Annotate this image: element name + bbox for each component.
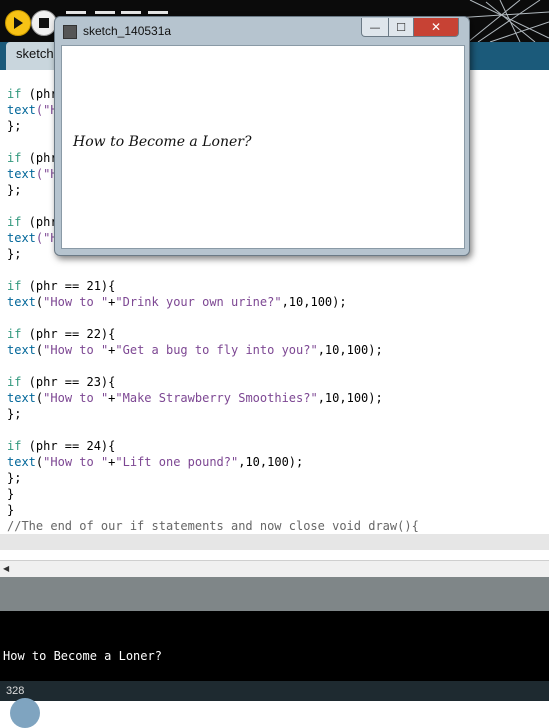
code-line[interactable]: text("How to "+"Make Strawberry Smoothie…	[7, 390, 383, 406]
code-line[interactable]: if (phr == 23){	[7, 374, 115, 390]
code-token: };	[7, 407, 22, 421]
save-button[interactable]	[121, 11, 141, 14]
code-line[interactable]: text("H	[7, 166, 58, 182]
code-line[interactable]: };	[7, 406, 21, 422]
code-line[interactable]: }	[7, 502, 14, 518]
code-token: "How to "	[43, 343, 109, 357]
code-token: "Drink your own urine?"	[115, 295, 282, 309]
console: How to Become a Loner?	[0, 611, 549, 681]
code-token: (phr	[21, 215, 58, 229]
code-token: text	[7, 391, 36, 405]
code-token: (phr	[21, 151, 58, 165]
code-token: };	[7, 183, 22, 197]
open-button[interactable]	[95, 11, 115, 14]
maximize-icon: ☐	[396, 20, 406, 34]
line-number: 328	[6, 685, 25, 697]
code-line[interactable]: };	[7, 182, 21, 198]
run-button[interactable]	[5, 10, 31, 36]
code-token: if	[7, 375, 22, 389]
window-app-icon	[63, 25, 77, 39]
code-token: text	[7, 167, 36, 181]
code-token: text	[7, 295, 36, 309]
code-token: };	[7, 247, 22, 261]
code-token: if	[7, 215, 22, 229]
status-bar: 328	[0, 681, 549, 728]
code-token: (phr == 22){	[21, 327, 116, 341]
code-line[interactable]: text("How to "+"Get a bug to fly into yo…	[7, 342, 383, 358]
sketch-window: sketch_140531a — ☐ ✕ How to Become a Lon…	[54, 16, 470, 256]
code-token: ,10,100);	[238, 455, 304, 469]
play-icon	[14, 17, 23, 29]
code-line[interactable]: if (phr	[7, 86, 58, 102]
code-token: ,10,100);	[317, 343, 383, 357]
code-token: if	[7, 327, 22, 341]
minimize-button[interactable]: —	[361, 18, 389, 37]
minimize-icon: —	[369, 20, 381, 34]
code-token: text	[7, 103, 36, 117]
stop-icon	[39, 18, 49, 28]
sketch-canvas[interactable]: How to Become a Loner?	[61, 45, 465, 249]
code-line[interactable]: //The end of our if statements and now c…	[7, 518, 419, 534]
code-line[interactable]: };	[7, 246, 21, 262]
code-token: text	[7, 231, 36, 245]
code-token: }	[7, 503, 15, 517]
new-button[interactable]	[66, 11, 86, 14]
code-line[interactable]: };	[7, 118, 21, 134]
maximize-button[interactable]: ☐	[388, 18, 414, 37]
code-token: //The end of our if statements and now c…	[7, 519, 419, 533]
horizontal-scrollbar[interactable]: ◀	[0, 560, 549, 577]
code-token: "Make Strawberry Smoothies?"	[115, 391, 318, 405]
code-token: "Lift one pound?"	[115, 455, 239, 469]
code-token: if	[7, 151, 22, 165]
code-token: text	[7, 343, 36, 357]
code-line[interactable]: if (phr == 24){	[7, 438, 115, 454]
code-line[interactable]: text("H	[7, 102, 58, 118]
code-line[interactable]: if (phr	[7, 214, 58, 230]
code-token: "How to "	[43, 455, 109, 469]
code-token: if	[7, 279, 22, 293]
code-token: };	[7, 119, 22, 133]
canvas-text: How to Become a Loner?	[73, 134, 252, 150]
code-line[interactable]: text("H	[7, 230, 58, 246]
window-titlebar[interactable]: sketch_140531a — ☐ ✕	[55, 17, 469, 43]
export-button[interactable]	[148, 11, 168, 14]
code-token: (phr == 24){	[21, 439, 116, 453]
code-line[interactable]: if (phr == 21){	[7, 278, 115, 294]
code-token: "How to "	[43, 391, 109, 405]
scroll-left-icon[interactable]: ◀	[3, 564, 9, 573]
code-line[interactable]: if (phr == 22){	[7, 326, 115, 342]
current-line-highlight	[0, 534, 549, 550]
code-line[interactable]: text("How to "+"Drink your own urine?",1…	[7, 294, 347, 310]
window-title: sketch_140531a	[83, 24, 172, 38]
code-token: text	[7, 455, 36, 469]
close-button[interactable]: ✕	[413, 18, 459, 37]
code-token: ,10,100);	[281, 295, 347, 309]
console-output: How to Become a Loner?	[3, 649, 162, 663]
code-token: if	[7, 87, 22, 101]
code-token: }	[7, 487, 15, 501]
code-line[interactable]: }	[7, 486, 14, 502]
code-line[interactable]: };	[7, 470, 21, 486]
code-token: "How to "	[43, 295, 109, 309]
code-token: ,10,100);	[317, 391, 383, 405]
code-token: "Get a bug to fly into you?"	[115, 343, 318, 357]
code-token: if	[7, 439, 22, 453]
code-token: };	[7, 471, 22, 485]
code-token: (phr == 23){	[21, 375, 116, 389]
message-area	[0, 577, 549, 611]
code-token: (phr	[21, 87, 58, 101]
status-circle-icon	[10, 698, 40, 728]
tab-label: sketch	[16, 46, 54, 61]
code-token: (phr == 21){	[21, 279, 116, 293]
code-line[interactable]: text("How to "+"Lift one pound?",10,100)…	[7, 454, 303, 470]
close-icon: ✕	[430, 20, 442, 34]
